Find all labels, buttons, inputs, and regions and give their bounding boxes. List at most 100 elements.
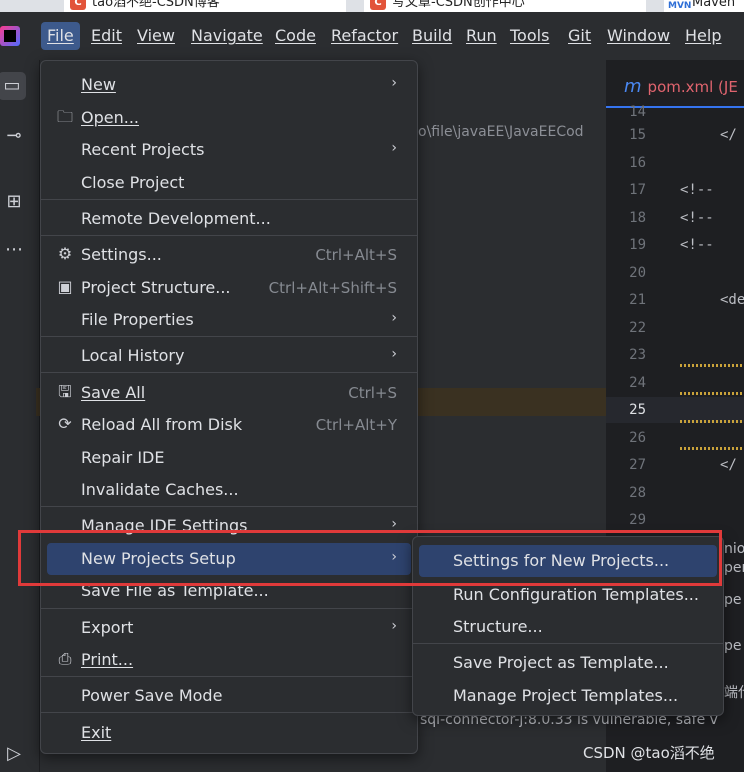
menu-item-file-properties[interactable]: File Properties › xyxy=(41,304,417,336)
code-line: <!-- xyxy=(680,237,714,253)
warning-squiggle xyxy=(680,392,744,395)
submenu-item-structure[interactable]: Structure... xyxy=(413,611,723,643)
warning-squiggle xyxy=(680,447,744,450)
menu-file[interactable]: File xyxy=(41,22,80,50)
line-number: 27 xyxy=(629,457,646,473)
annotation-highlight-box xyxy=(18,530,722,586)
menu-build[interactable]: Build xyxy=(406,22,458,50)
line-number: 21 xyxy=(629,292,646,308)
edge-text: pe xyxy=(724,638,742,654)
line-number: 14 xyxy=(629,104,646,120)
file-menu-popup: New › 🗀 Open... Recent Projects › Close Pro… xyxy=(40,60,418,754)
csdn-watermark: CSDN @tao滔不绝 xyxy=(583,744,715,762)
intellij-logo-icon[interactable] xyxy=(0,26,20,46)
tool-window-strip: ▭ ⊸ ⊞ ⋯ ▷ xyxy=(0,60,40,772)
menu-item-export[interactable]: Export › xyxy=(41,612,417,644)
submenu-item-save-project-as-template[interactable]: Save Project as Template... xyxy=(413,647,723,679)
submenu-item-manage-project-templates[interactable]: Manage Project Templates... xyxy=(413,680,723,712)
menu-tools[interactable]: Tools xyxy=(504,22,555,50)
services-icon[interactable]: ▷ xyxy=(0,740,28,768)
menu-edit[interactable]: Edit xyxy=(85,22,128,50)
menu-item-exit[interactable]: Exit xyxy=(41,717,417,749)
code-line: <de xyxy=(720,292,744,308)
line-number: 20 xyxy=(629,265,646,281)
line-number-current: 25 xyxy=(629,402,646,418)
line-number: 28 xyxy=(629,485,646,501)
menu-help[interactable]: Help xyxy=(679,22,727,50)
code-line: </ xyxy=(720,127,737,143)
menu-separator xyxy=(41,235,417,236)
shortcut-label: Ctrl+S xyxy=(348,384,397,402)
chevron-right-icon: › xyxy=(391,618,397,634)
browser-tab[interactable]: MVN Maven xyxy=(664,0,744,12)
menu-view[interactable]: View xyxy=(131,22,181,50)
menu-item-save-all[interactable]: 🖫 Save All Ctrl+S xyxy=(41,377,417,409)
menu-window[interactable]: Window xyxy=(601,22,676,50)
menu-separator xyxy=(41,608,417,609)
shortcut-label: Ctrl+Alt+Shift+S xyxy=(268,279,397,297)
menu-separator xyxy=(41,336,417,337)
edge-text: pe xyxy=(724,592,742,608)
menu-item-invalidate-caches[interactable]: Invalidate Caches... xyxy=(41,474,417,506)
commit-icon[interactable]: ⊸ xyxy=(0,122,28,150)
browser-tab[interactable]: C 写文章-CSDN创作中心 xyxy=(364,0,646,12)
menu-run[interactable]: Run xyxy=(460,22,503,50)
menu-item-close-project[interactable]: Close Project xyxy=(41,167,417,199)
menu-item-open[interactable]: 🗀 Open... xyxy=(41,102,417,134)
menu-item-power-save-mode[interactable]: Power Save Mode xyxy=(41,680,417,712)
line-number: 29 xyxy=(629,512,646,528)
warning-squiggle xyxy=(680,420,744,423)
menu-separator xyxy=(413,643,723,644)
line-number: 26 xyxy=(629,430,646,446)
menu-item-project-structure[interactable]: ▣ Project Structure... Ctrl+Alt+Shift+S xyxy=(41,272,417,304)
line-number: 17 xyxy=(629,182,646,198)
menu-separator xyxy=(41,372,417,373)
line-number: 22 xyxy=(629,320,646,336)
chevron-right-icon: › xyxy=(391,75,397,91)
code-line: <!-- xyxy=(680,182,714,198)
line-number: 16 xyxy=(629,155,646,171)
folder-icon: 🗀 xyxy=(56,107,73,126)
csdn-icon: C xyxy=(370,0,386,10)
chevron-right-icon: › xyxy=(391,140,397,156)
menu-refactor[interactable]: Refactor xyxy=(325,22,404,50)
menu-separator xyxy=(41,712,417,713)
gear-icon: ⚙ xyxy=(57,244,73,263)
browser-tab-label: Maven xyxy=(692,0,736,10)
menu-item-settings[interactable]: ⚙ Settings... Ctrl+Alt+S xyxy=(41,239,417,271)
browser-tab-strip: C tao滔不绝-CSDN博客 C 写文章-CSDN创作中心 MVN Maven xyxy=(0,0,744,12)
printer-icon: ⎙ xyxy=(58,649,72,668)
menu-git[interactable]: Git xyxy=(562,22,597,50)
menu-item-reload-all[interactable]: ⟳ Reload All from Disk Ctrl+Alt+Y xyxy=(41,409,417,441)
menu-item-recent-projects[interactable]: Recent Projects › xyxy=(41,134,417,166)
menu-separator xyxy=(41,506,417,507)
project-folder-icon[interactable]: ▭ xyxy=(0,72,26,100)
project-path: o\file\javaEE\JavaEECod xyxy=(418,124,584,140)
line-number: 24 xyxy=(629,375,646,391)
menu-item-remote-development[interactable]: Remote Development... xyxy=(41,203,417,235)
menu-item-print[interactable]: ⎙ Print... xyxy=(41,644,417,676)
line-number: 15 xyxy=(629,127,646,143)
line-number: 23 xyxy=(629,347,646,363)
code-line: </ xyxy=(720,457,737,473)
menu-code[interactable]: Code xyxy=(269,22,322,50)
menu-item-new[interactable]: New › xyxy=(41,69,417,101)
line-number: 18 xyxy=(629,210,646,226)
menu-navigate[interactable]: Navigate xyxy=(185,22,269,50)
shortcut-label: Ctrl+Alt+S xyxy=(315,246,397,264)
editor-tab-pom[interactable]: m pom.xml (JE xyxy=(606,68,744,108)
browser-tab[interactable]: C tao滔不绝-CSDN博客 xyxy=(64,0,346,12)
structure-icon[interactable]: ⊞ xyxy=(0,188,28,216)
shortcut-label: Ctrl+Alt+Y xyxy=(315,416,397,434)
csdn-icon: C xyxy=(70,0,86,10)
browser-tab-label: tao滔不绝-CSDN博客 xyxy=(92,0,220,10)
more-icon[interactable]: ⋯ xyxy=(0,236,28,264)
editor-tab-label: pom.xml (JE xyxy=(647,78,738,96)
edge-text: nio xyxy=(724,541,744,557)
warning-squiggle xyxy=(680,364,744,367)
menu-item-local-history[interactable]: Local History › xyxy=(41,340,417,372)
chevron-right-icon: › xyxy=(391,346,397,362)
chevron-right-icon: › xyxy=(391,310,397,326)
maven-file-icon: m xyxy=(624,76,642,97)
menu-item-repair-ide[interactable]: Repair IDE xyxy=(41,442,417,474)
